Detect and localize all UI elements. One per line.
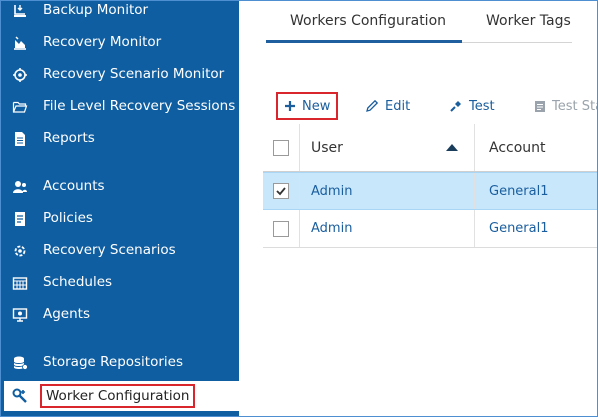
sidebar-item-accounts[interactable]: Accounts — [1, 171, 239, 203]
policies-icon — [12, 211, 28, 227]
recovery-scenario-monitor-icon — [12, 67, 28, 83]
table-header-row: User Account — [263, 124, 597, 172]
user-cell: Admin — [299, 210, 475, 247]
sidebar-item-reports[interactable]: Reports — [1, 123, 239, 155]
select-all-checkbox[interactable] — [273, 139, 289, 156]
agents-icon — [12, 307, 28, 323]
plus-icon — [284, 100, 296, 112]
document-icon — [534, 100, 546, 113]
accounts-icon — [12, 179, 28, 195]
sidebar-item-label: Recovery Scenarios — [43, 242, 176, 258]
sort-ascending-icon — [446, 144, 458, 151]
folder-icon — [12, 99, 28, 115]
table-row[interactable]: Admin General1 — [263, 172, 597, 210]
sidebar-item-label: Schedules — [43, 274, 113, 290]
column-header-user[interactable]: User — [299, 124, 475, 171]
user-cell: Admin — [299, 173, 475, 209]
row-checkbox[interactable] — [273, 183, 289, 199]
sidebar-item-backup-monitor[interactable]: Backup Monitor — [1, 1, 239, 27]
recovery-scenarios-icon — [12, 243, 28, 259]
sidebar-item-agents[interactable]: Agents — [1, 299, 239, 331]
sidebar-item-label: Reports — [43, 130, 95, 146]
account-value: General1 — [489, 183, 549, 199]
sidebar-item-file-level-recovery-sessions[interactable]: File Level Recovery Sessions — [1, 91, 239, 123]
recovery-monitor-icon — [12, 35, 28, 51]
sidebar-item-label: Policies — [43, 210, 93, 226]
worker-configuration-icon — [12, 388, 28, 404]
row-checkbox[interactable] — [273, 220, 289, 237]
test-button-label: Test — [469, 98, 495, 114]
column-header-label: Account — [489, 139, 546, 156]
sidebar-item-label: Recovery Scenario Monitor — [43, 66, 225, 82]
storage-icon — [12, 355, 28, 371]
account-cell: General1 — [475, 210, 597, 247]
pencil-icon — [365, 99, 379, 113]
test-state-button[interactable]: Test Sta — [534, 89, 598, 123]
user-value: Admin — [311, 183, 353, 199]
app-window: Backup Monitor Recovery Monitor Recovery… — [0, 0, 598, 417]
sidebar-item-schedules[interactable]: Schedules — [1, 267, 239, 299]
select-all-cell — [263, 124, 300, 171]
report-icon — [12, 131, 28, 147]
tab-worker-tags[interactable]: Worker Tags — [462, 1, 572, 43]
test-button[interactable]: Test — [449, 89, 495, 123]
sidebar-item-label: Backup Monitor — [43, 2, 149, 18]
sidebar-item-policies[interactable]: Policies — [1, 203, 239, 235]
sidebar-item-label: Worker Configuration — [40, 384, 196, 408]
sidebar-item-label: File Level Recovery Sessions — [43, 98, 236, 114]
column-header-account[interactable]: Account — [475, 124, 597, 171]
sidebar: Backup Monitor Recovery Monitor Recovery… — [1, 1, 239, 416]
row-select-cell — [263, 210, 300, 247]
account-cell: General1 — [475, 173, 597, 209]
sidebar-item-label: Recovery Monitor — [43, 34, 162, 50]
row-select-cell — [263, 173, 300, 209]
edit-button-label: Edit — [385, 98, 411, 114]
new-button[interactable]: New — [276, 92, 339, 120]
test-state-button-label: Test Sta — [552, 98, 598, 114]
table-row[interactable]: Admin General1 — [263, 210, 597, 248]
backup-monitor-icon — [12, 3, 28, 19]
column-header-label: User — [311, 139, 343, 156]
account-value: General1 — [489, 221, 549, 236]
sidebar-item-label: Agents — [43, 306, 90, 322]
sidebar-item-recovery-scenario-monitor[interactable]: Recovery Scenario Monitor — [1, 59, 239, 91]
toolbar: New Edit Test Test Sta — [239, 89, 597, 123]
tab-workers-configuration[interactable]: Workers Configuration — [266, 1, 462, 43]
user-value: Admin — [311, 221, 353, 236]
sidebar-item-worker-configuration[interactable]: Worker Configuration — [4, 381, 239, 411]
active-item-pointer — [229, 381, 239, 409]
sidebar-item-label: Accounts — [43, 178, 105, 194]
test-icon — [449, 99, 463, 113]
tab-label: Worker Tags — [486, 13, 571, 29]
sidebar-item-recovery-scenarios[interactable]: Recovery Scenarios — [1, 235, 239, 267]
sidebar-item-recovery-monitor[interactable]: Recovery Monitor — [1, 27, 239, 59]
tab-label: Workers Configuration — [290, 13, 447, 29]
sidebar-item-storage-repositories[interactable]: Storage Repositories — [1, 347, 239, 379]
edit-button[interactable]: Edit — [365, 89, 410, 123]
sidebar-item-label: Storage Repositories — [43, 354, 183, 370]
checkmark-icon — [276, 187, 286, 196]
new-button-label: New — [302, 98, 331, 114]
main-panel: Workers Configuration Worker Tags New Ed… — [239, 1, 597, 416]
calendar-icon — [12, 275, 28, 291]
